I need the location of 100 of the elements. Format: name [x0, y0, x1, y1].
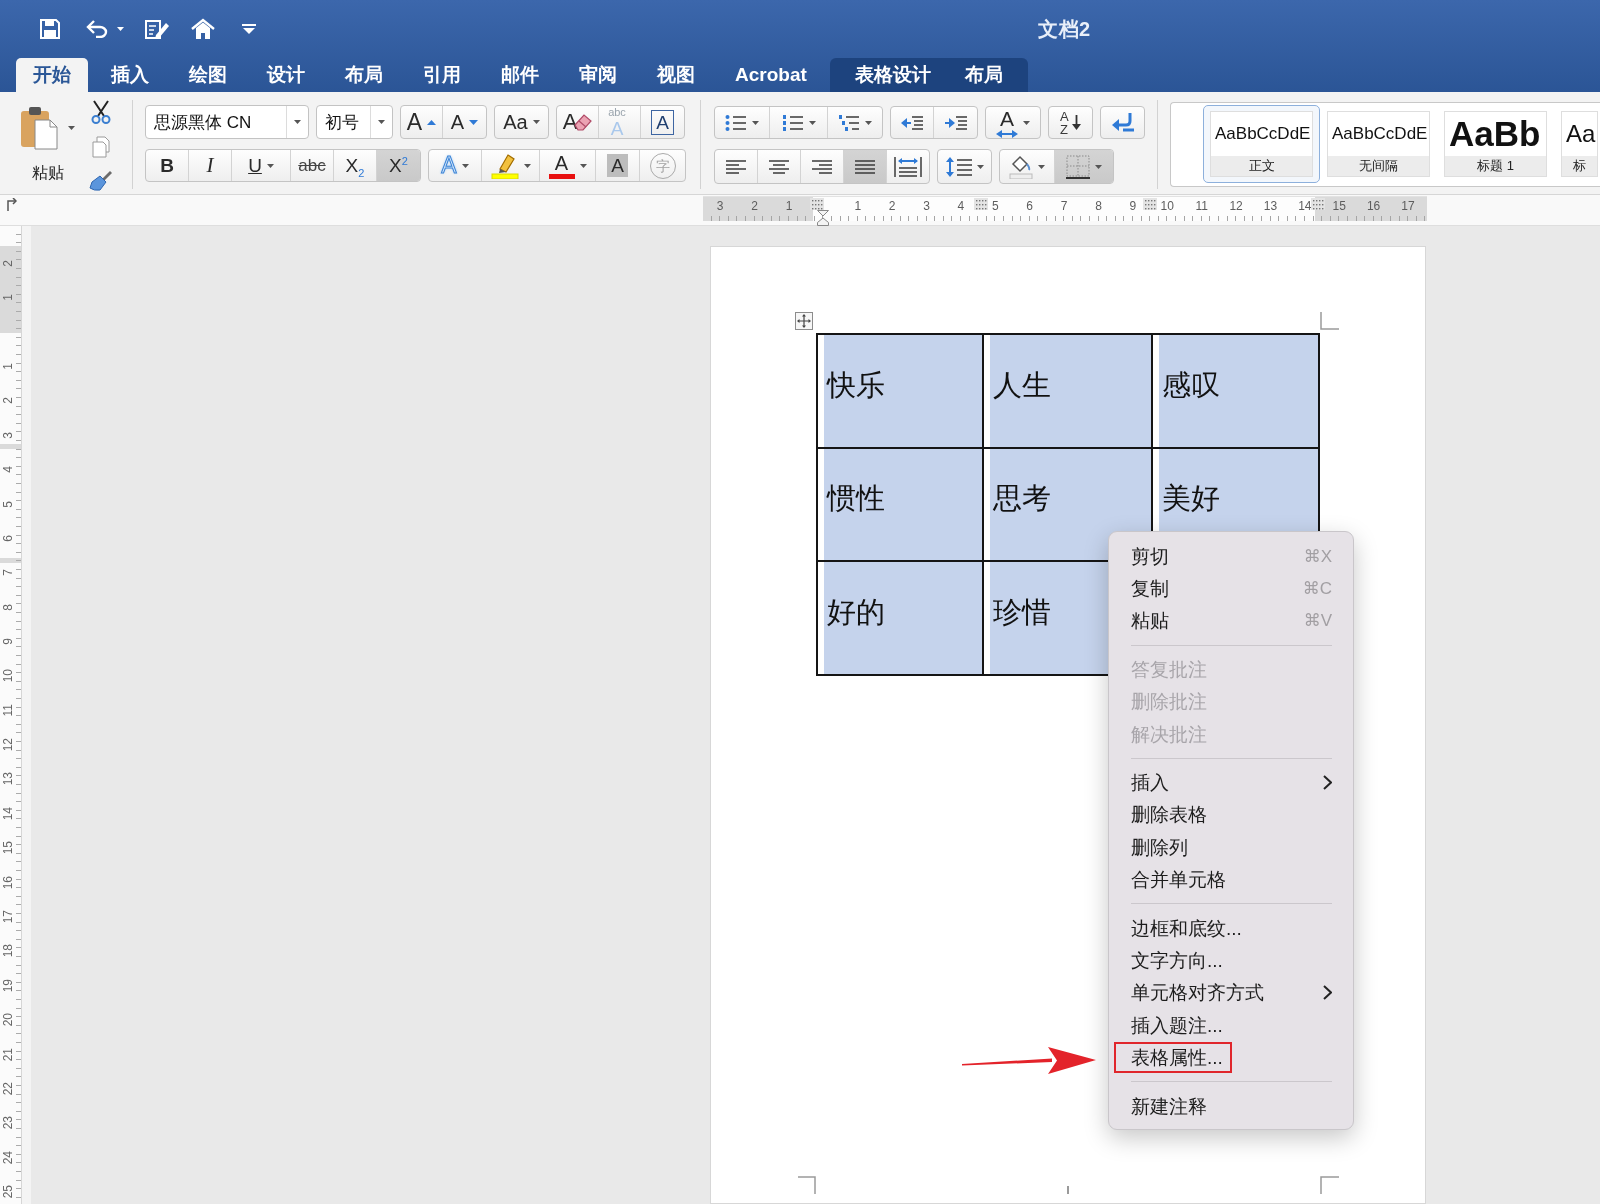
- table-cell: 惯性: [817, 447, 983, 561]
- ribbon-tab[interactable]: Acrobat: [718, 58, 824, 92]
- ribbon-tab[interactable]: 布局: [947, 58, 1020, 92]
- ruler-number: 3: [923, 199, 930, 213]
- menu-item[interactable]: 删除列: [1109, 831, 1353, 864]
- shortcut-label: ⌘C: [1302, 578, 1332, 600]
- move-handle-icon[interactable]: [795, 312, 813, 330]
- ruler-number: 1: [1, 294, 15, 301]
- style-name: 标题 1: [1444, 156, 1547, 177]
- home-icon[interactable]: [191, 18, 215, 40]
- ruler-number: 24: [1, 1150, 15, 1165]
- ruler-number: 13: [1, 772, 15, 786]
- font-size-dropdown[interactable]: 初号: [316, 105, 393, 139]
- superscript-button[interactable]: X$^{2}$: [377, 150, 420, 181]
- menu-item[interactable]: 插入: [1109, 766, 1353, 799]
- menu-item[interactable]: 边框和底纹...: [1109, 911, 1353, 945]
- column-marker-icon[interactable]: [1311, 198, 1325, 210]
- italic-button[interactable]: I: [189, 150, 232, 181]
- menu-item[interactable]: 合并单元格: [1109, 863, 1353, 896]
- align-left-icon: [726, 159, 746, 174]
- ribbon-tab[interactable]: 邮件: [484, 58, 556, 92]
- chevron-right-icon: [1323, 985, 1332, 1001]
- paste-button[interactable]: 粘贴: [18, 100, 75, 189]
- ribbon-tab[interactable]: 设计: [250, 58, 322, 92]
- column-marker-icon[interactable]: [1143, 198, 1157, 210]
- style-name: 无间隔: [1327, 156, 1430, 177]
- sort-button[interactable]: AZ: [1048, 106, 1093, 139]
- ribbon-tab[interactable]: 引用: [406, 58, 478, 92]
- justify-button[interactable]: [844, 150, 887, 183]
- numbered-list-icon: [781, 113, 804, 132]
- ruler-number: 1: [854, 199, 862, 213]
- ruler-number: 7: [1, 569, 15, 577]
- ribbon-tab[interactable]: 开始: [16, 58, 88, 92]
- menu-item[interactable]: 插入题注...: [1109, 1009, 1353, 1042]
- tab-stop-icon[interactable]: [6, 198, 17, 211]
- ruler-number: 16: [1, 875, 15, 889]
- borders-button[interactable]: [1055, 150, 1113, 183]
- undo-icon[interactable]: [86, 20, 108, 38]
- save-icon[interactable]: [39, 18, 61, 40]
- bold-button[interactable]: B: [146, 150, 189, 181]
- ribbon-tab[interactable]: 绘图: [172, 58, 244, 92]
- ruler-number: 3: [716, 199, 724, 213]
- ruler-number: 19: [1, 978, 15, 993]
- table-cell: 感叹: [1152, 334, 1319, 448]
- ruler-number: 16: [1366, 199, 1381, 213]
- caret-icon: [117, 27, 124, 31]
- caret-icon: [579, 163, 587, 168]
- clipboard-icon: [20, 106, 58, 150]
- clear-formatting-button[interactable]: A: [557, 106, 599, 138]
- caret-icon: [752, 120, 759, 125]
- line-spacing-button[interactable]: [937, 149, 992, 184]
- style-name: 正文: [1210, 156, 1313, 177]
- ribbon-tab[interactable]: 审阅: [562, 58, 634, 92]
- strikethrough-button[interactable]: abc: [291, 150, 334, 181]
- corner-mark-icon: [1320, 312, 1339, 330]
- grow-font-button[interactable]: A: [401, 106, 443, 138]
- indent-marker-icon[interactable]: [817, 210, 829, 226]
- style-tile[interactable]: AaBbCcDdE 无间隔: [1320, 105, 1437, 183]
- column-marker-icon[interactable]: [974, 198, 988, 210]
- style-tile[interactable]: Aa 标: [1554, 105, 1600, 183]
- character-border-button[interactable]: A: [641, 106, 684, 138]
- ribbon-tab[interactable]: 视图: [640, 58, 712, 92]
- edit-document-icon[interactable]: [144, 18, 170, 40]
- column-marker-icon[interactable]: [810, 198, 824, 210]
- customize-icon[interactable]: [242, 24, 256, 34]
- change-case-button[interactable]: Aa: [494, 105, 549, 139]
- menu-item[interactable]: 表格属性...: [1109, 1041, 1353, 1074]
- character-shading-button[interactable]: A: [596, 150, 640, 181]
- style-tile[interactable]: AaBb 标题 1: [1437, 105, 1554, 183]
- style-tile[interactable]: AaBbCcDdE 正文: [1203, 105, 1320, 183]
- ruler-number: 2: [1, 259, 15, 267]
- ruler-number: 10: [1160, 199, 1174, 213]
- ribbon-tab[interactable]: 插入: [94, 58, 166, 92]
- underline-button[interactable]: U: [232, 150, 291, 181]
- ruler-number: 15: [1, 841, 15, 855]
- return-arrow-button[interactable]: [1100, 106, 1145, 139]
- shrink-font-button[interactable]: A: [443, 106, 486, 138]
- menu-item[interactable]: 新建注释: [1109, 1089, 1353, 1123]
- ruler-number: 17: [1, 909, 15, 924]
- double-arrow-icon: [996, 129, 1018, 138]
- ruler-number: 8: [1, 603, 15, 611]
- asian-layout-button[interactable]: A: [985, 106, 1041, 139]
- scissors-icon[interactable]: [90, 100, 112, 124]
- caret-icon: [1038, 164, 1045, 169]
- ribbon-tab[interactable]: 表格设计: [837, 58, 948, 92]
- menu-item[interactable]: 文字方向...: [1109, 944, 1353, 977]
- font-color-button[interactable]: A: [540, 150, 596, 181]
- paintbrush-icon[interactable]: [89, 170, 113, 192]
- ruler-number: 25: [1, 1185, 15, 1199]
- menu-item[interactable]: 删除表格: [1109, 798, 1353, 832]
- ruler-number: 9: [1129, 199, 1137, 213]
- justify-icon: [855, 159, 875, 174]
- caret-icon: [266, 163, 274, 168]
- chevron-right-icon: [1323, 775, 1332, 791]
- menu-item[interactable]: 单元格对齐方式: [1109, 976, 1353, 1010]
- ruler-number: 20: [1, 1013, 15, 1027]
- font-name-dropdown[interactable]: 思源黑体 CN: [145, 105, 309, 139]
- ruler-number: 11: [1195, 199, 1208, 213]
- ribbon-tab[interactable]: 布局: [328, 58, 400, 92]
- style-name: 标: [1561, 156, 1598, 177]
